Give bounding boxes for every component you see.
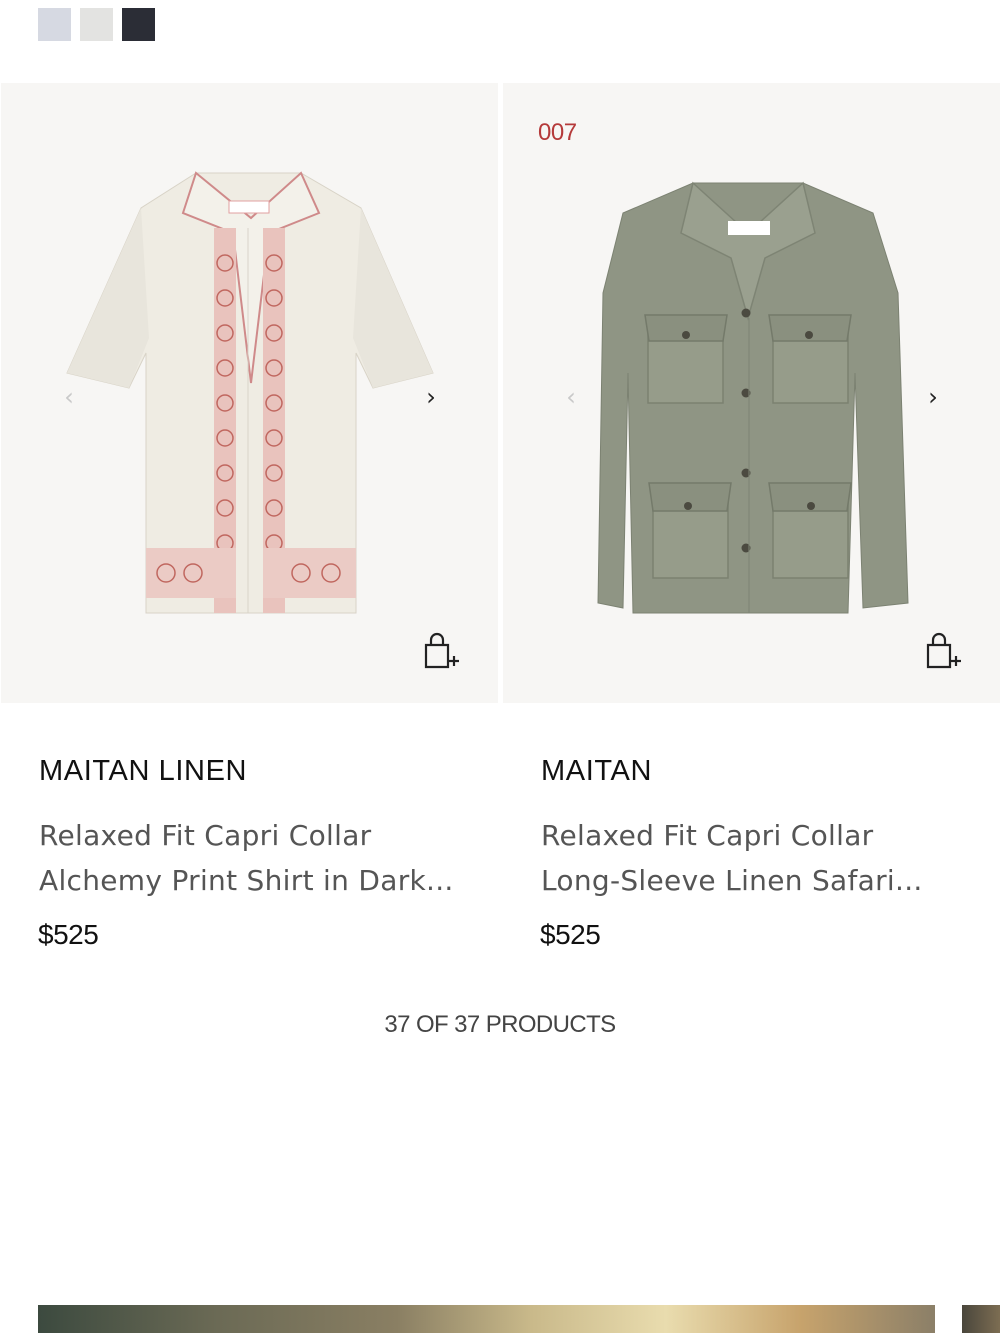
- product-listing-page: ‹ › MAITAN LINEN Relaxed Fit Capri Colla…: [0, 0, 1000, 1333]
- next-image-button[interactable]: ›: [419, 383, 443, 411]
- product-price: $525: [540, 919, 601, 950]
- next-image-button[interactable]: ›: [921, 383, 945, 411]
- chevron-right-icon: ›: [426, 383, 436, 411]
- chevron-left-icon: ‹: [566, 383, 576, 411]
- chevron-right-icon: ›: [928, 383, 938, 411]
- product-description[interactable]: Relaxed Fit Capri Collar Long-Sleeve Lin…: [541, 813, 981, 903]
- product-count: 37 OF 37 PRODUCTS: [384, 1011, 616, 1038]
- promo-banner-image[interactable]: [38, 1305, 935, 1333]
- product-description[interactable]: Relaxed Fit Capri Collar Alchemy Print S…: [39, 813, 479, 903]
- swatch-navy[interactable]: [122, 8, 155, 41]
- color-swatches: [38, 8, 155, 41]
- swatch-light-grey[interactable]: [80, 8, 113, 41]
- prev-image-button[interactable]: ‹: [559, 383, 583, 411]
- promo-banner-image[interactable]: [962, 1305, 1000, 1333]
- add-to-bag-icon[interactable]: [421, 631, 461, 673]
- product-image-carousel[interactable]: ‹ ›: [1, 83, 498, 703]
- product-price: $525: [38, 919, 99, 950]
- product-brand[interactable]: MAITAN LINEN: [39, 755, 247, 788]
- swatch-light-blue[interactable]: [38, 8, 71, 41]
- product-card[interactable]: ‹ › MAITAN LINEN Relaxed Fit Capri Colla…: [1, 83, 498, 950]
- add-to-bag-icon[interactable]: [923, 631, 963, 673]
- prev-image-button[interactable]: ‹: [57, 383, 81, 411]
- chevron-left-icon: ‹: [64, 383, 74, 411]
- product-brand[interactable]: MAITAN: [541, 755, 652, 788]
- product-image-carousel[interactable]: 007 ‹ ›: [503, 83, 1000, 703]
- product-card[interactable]: 007 ‹ › MAITAN Relaxed Fit Capri Collar …: [503, 83, 1000, 950]
- product-badge: 007: [538, 119, 577, 146]
